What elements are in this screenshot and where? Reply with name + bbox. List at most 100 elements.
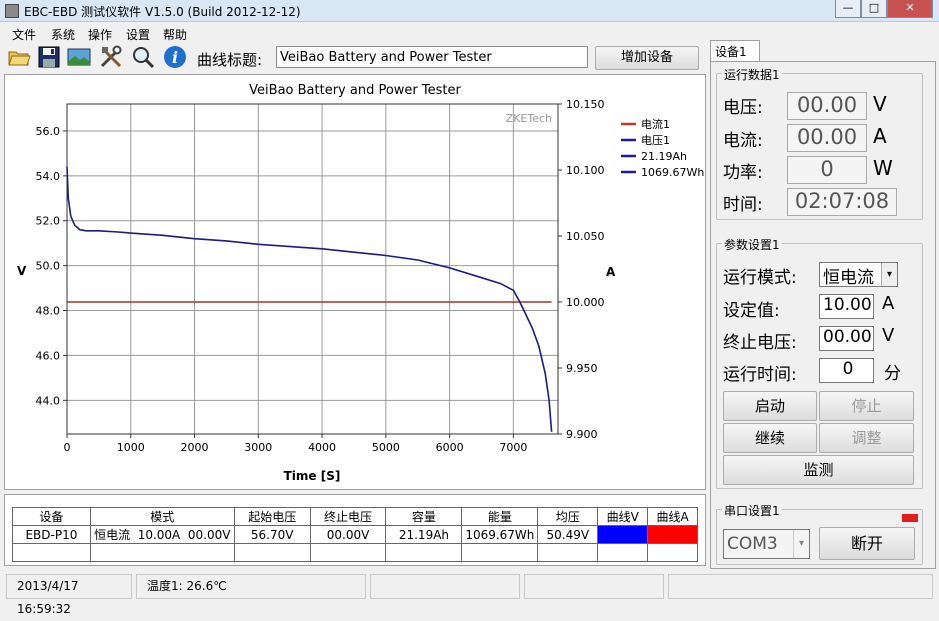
tools-icon[interactable] [98, 44, 124, 70]
y-axis-left-label: V [17, 264, 27, 278]
window-title: EBC-EBD 测试仪软件 V1.5.0 (Build 2012-12-12) [24, 5, 301, 19]
start-button[interactable]: 启动 [723, 391, 817, 421]
folder-icon[interactable] [6, 44, 32, 70]
chart-title: VeiBao Battery and Power Tester [249, 83, 461, 98]
chevron-down-icon[interactable]: ▾ [881, 263, 897, 286]
y-tick-label-left: 46.0 [36, 349, 61, 362]
monitor-button[interactable]: 监测 [723, 455, 914, 485]
cell-energy: 1069.67Wh [461, 525, 539, 544]
maximize-button[interactable]: □ [861, 0, 887, 18]
plot-area [66, 103, 559, 435]
col-curve-v: 曲线V [597, 507, 649, 526]
col-curve-a: 曲线A [647, 507, 698, 526]
menu-settings[interactable]: 设置 [126, 26, 150, 43]
x-tick-label: 7000 [499, 441, 527, 454]
current-readout: 00.00 [787, 124, 867, 152]
status-cell-4 [524, 574, 664, 599]
y-tick-label-right: 9.900 [566, 428, 598, 441]
y-tick-label-right: 10.050 [566, 230, 605, 243]
y-tick-label-right: 10.150 [566, 98, 605, 111]
x-tick-label: 6000 [436, 441, 464, 454]
x-axis-label: Time [S] [284, 469, 341, 483]
results-table: 设备 模式 起始电压 终止电压 容量 能量 均压 曲线V 曲线A EBD-P10… [12, 507, 698, 562]
power-readout: 0 [787, 156, 867, 184]
series-line-电压1 [66, 166, 553, 432]
set-value-label: 设定值: [723, 301, 780, 321]
info-icon[interactable]: i [162, 44, 188, 70]
watermark: ZKETech [506, 112, 552, 125]
col-energy: 能量 [461, 507, 539, 526]
time-label: 时间: [723, 195, 763, 215]
close-button[interactable]: ✕ [887, 0, 933, 18]
table-row[interactable]: EBD-P10 恒电流 10.00A 00.00V 56.70V 00.00V … [12, 525, 698, 544]
power-unit: W [873, 156, 893, 180]
chevron-down-icon[interactable]: ▾ [793, 530, 809, 558]
mode-select[interactable]: 恒电流 ▾ [819, 262, 898, 288]
curve-title-input[interactable] [276, 46, 588, 68]
cutoff-label: 终止电压: [723, 333, 797, 353]
y-tick-label-left: 44.0 [36, 394, 61, 407]
legend-label: 电流1 [641, 117, 670, 131]
x-tick-label: 4000 [308, 441, 336, 454]
col-start-voltage: 起始电压 [233, 507, 311, 526]
menu-help[interactable]: 帮助 [163, 26, 187, 43]
com-port-value: COM3 [727, 534, 778, 554]
app-icon [5, 4, 19, 18]
menu-operate[interactable]: 操作 [88, 26, 112, 43]
voltage-current-chart: VeiBao Battery and Power Tester ZKETech … [17, 83, 704, 483]
col-mode: 模式 [89, 507, 235, 526]
status-cell-3 [370, 574, 520, 599]
current-label: 电流: [723, 131, 763, 151]
run-data-title: 运行数据1 [722, 66, 782, 83]
continue-button[interactable]: 继续 [723, 423, 817, 453]
table-header-row: 设备 模式 起始电压 终止电压 容量 能量 均压 曲线V 曲线A [12, 507, 698, 526]
time-readout: 02:07:08 [787, 188, 897, 216]
set-value-input[interactable]: 10.00 [819, 294, 874, 319]
com-port-select[interactable]: COM3 ▾ [723, 529, 810, 559]
power-label: 功率: [723, 163, 763, 183]
tab-device1[interactable]: 设备1 [710, 40, 760, 62]
y-tick-label-left: 56.0 [36, 125, 61, 138]
mode-value: 恒电流 [823, 268, 874, 288]
image-icon[interactable] [66, 44, 92, 70]
set-value-unit: A [882, 293, 895, 314]
cell-curve-v-color[interactable] [597, 525, 649, 544]
y-tick-label-left: 52.0 [36, 215, 61, 228]
chart-panel: VeiBao Battery and Power Tester ZKETech … [4, 74, 706, 490]
toolbar: i 曲线标题: 增加设备 [0, 42, 710, 72]
cell-end-voltage: 00.00V [309, 525, 387, 544]
params-title: 参数设置1 [722, 236, 782, 253]
cell-avg-voltage: 50.49V [537, 525, 599, 544]
y-tick-label-left: 50.0 [36, 260, 61, 273]
status-temperature: 温度1: 26.6℃ [136, 574, 366, 599]
cell-device: EBD-P10 [12, 525, 91, 544]
minimize-button[interactable]: — [835, 0, 861, 18]
legend-label: 21.19Ah [641, 150, 687, 163]
curve-title-label: 曲线标题: [197, 51, 263, 69]
serial-title: 串口设置1 [722, 502, 782, 519]
cell-curve-a-color[interactable] [647, 525, 698, 544]
legend-label: 1069.67Wh [641, 166, 704, 179]
y-tick-label-right: 9.950 [566, 362, 598, 375]
disconnect-button[interactable]: 断开 [819, 527, 915, 560]
y-tick-label-right: 10.100 [566, 164, 605, 177]
cell-mode: 恒电流 10.00A 00.00V [89, 525, 235, 544]
save-icon[interactable] [36, 44, 62, 70]
y-tick-label-right: 10.000 [566, 296, 605, 309]
runtime-input[interactable]: 0 [819, 358, 874, 383]
add-device-button[interactable]: 增加设备 [595, 46, 699, 70]
search-icon[interactable] [130, 44, 156, 70]
menu-file[interactable]: 文件 [12, 26, 36, 43]
legend-label: 电压1 [641, 134, 670, 147]
voltage-unit: V [873, 92, 887, 116]
runtime-unit: 分 [884, 364, 901, 384]
stop-button[interactable]: 停止 [819, 391, 914, 421]
mode-label: 运行模式: [723, 268, 797, 288]
menu-system[interactable]: 系统 [51, 26, 75, 43]
connection-indicator [902, 514, 918, 522]
adjust-button[interactable]: 调整 [819, 423, 914, 453]
y-tick-label-left: 48.0 [36, 305, 61, 318]
cutoff-input[interactable]: 00.00 [819, 326, 874, 351]
current-unit: A [873, 124, 887, 148]
status-cell-5 [668, 574, 933, 599]
